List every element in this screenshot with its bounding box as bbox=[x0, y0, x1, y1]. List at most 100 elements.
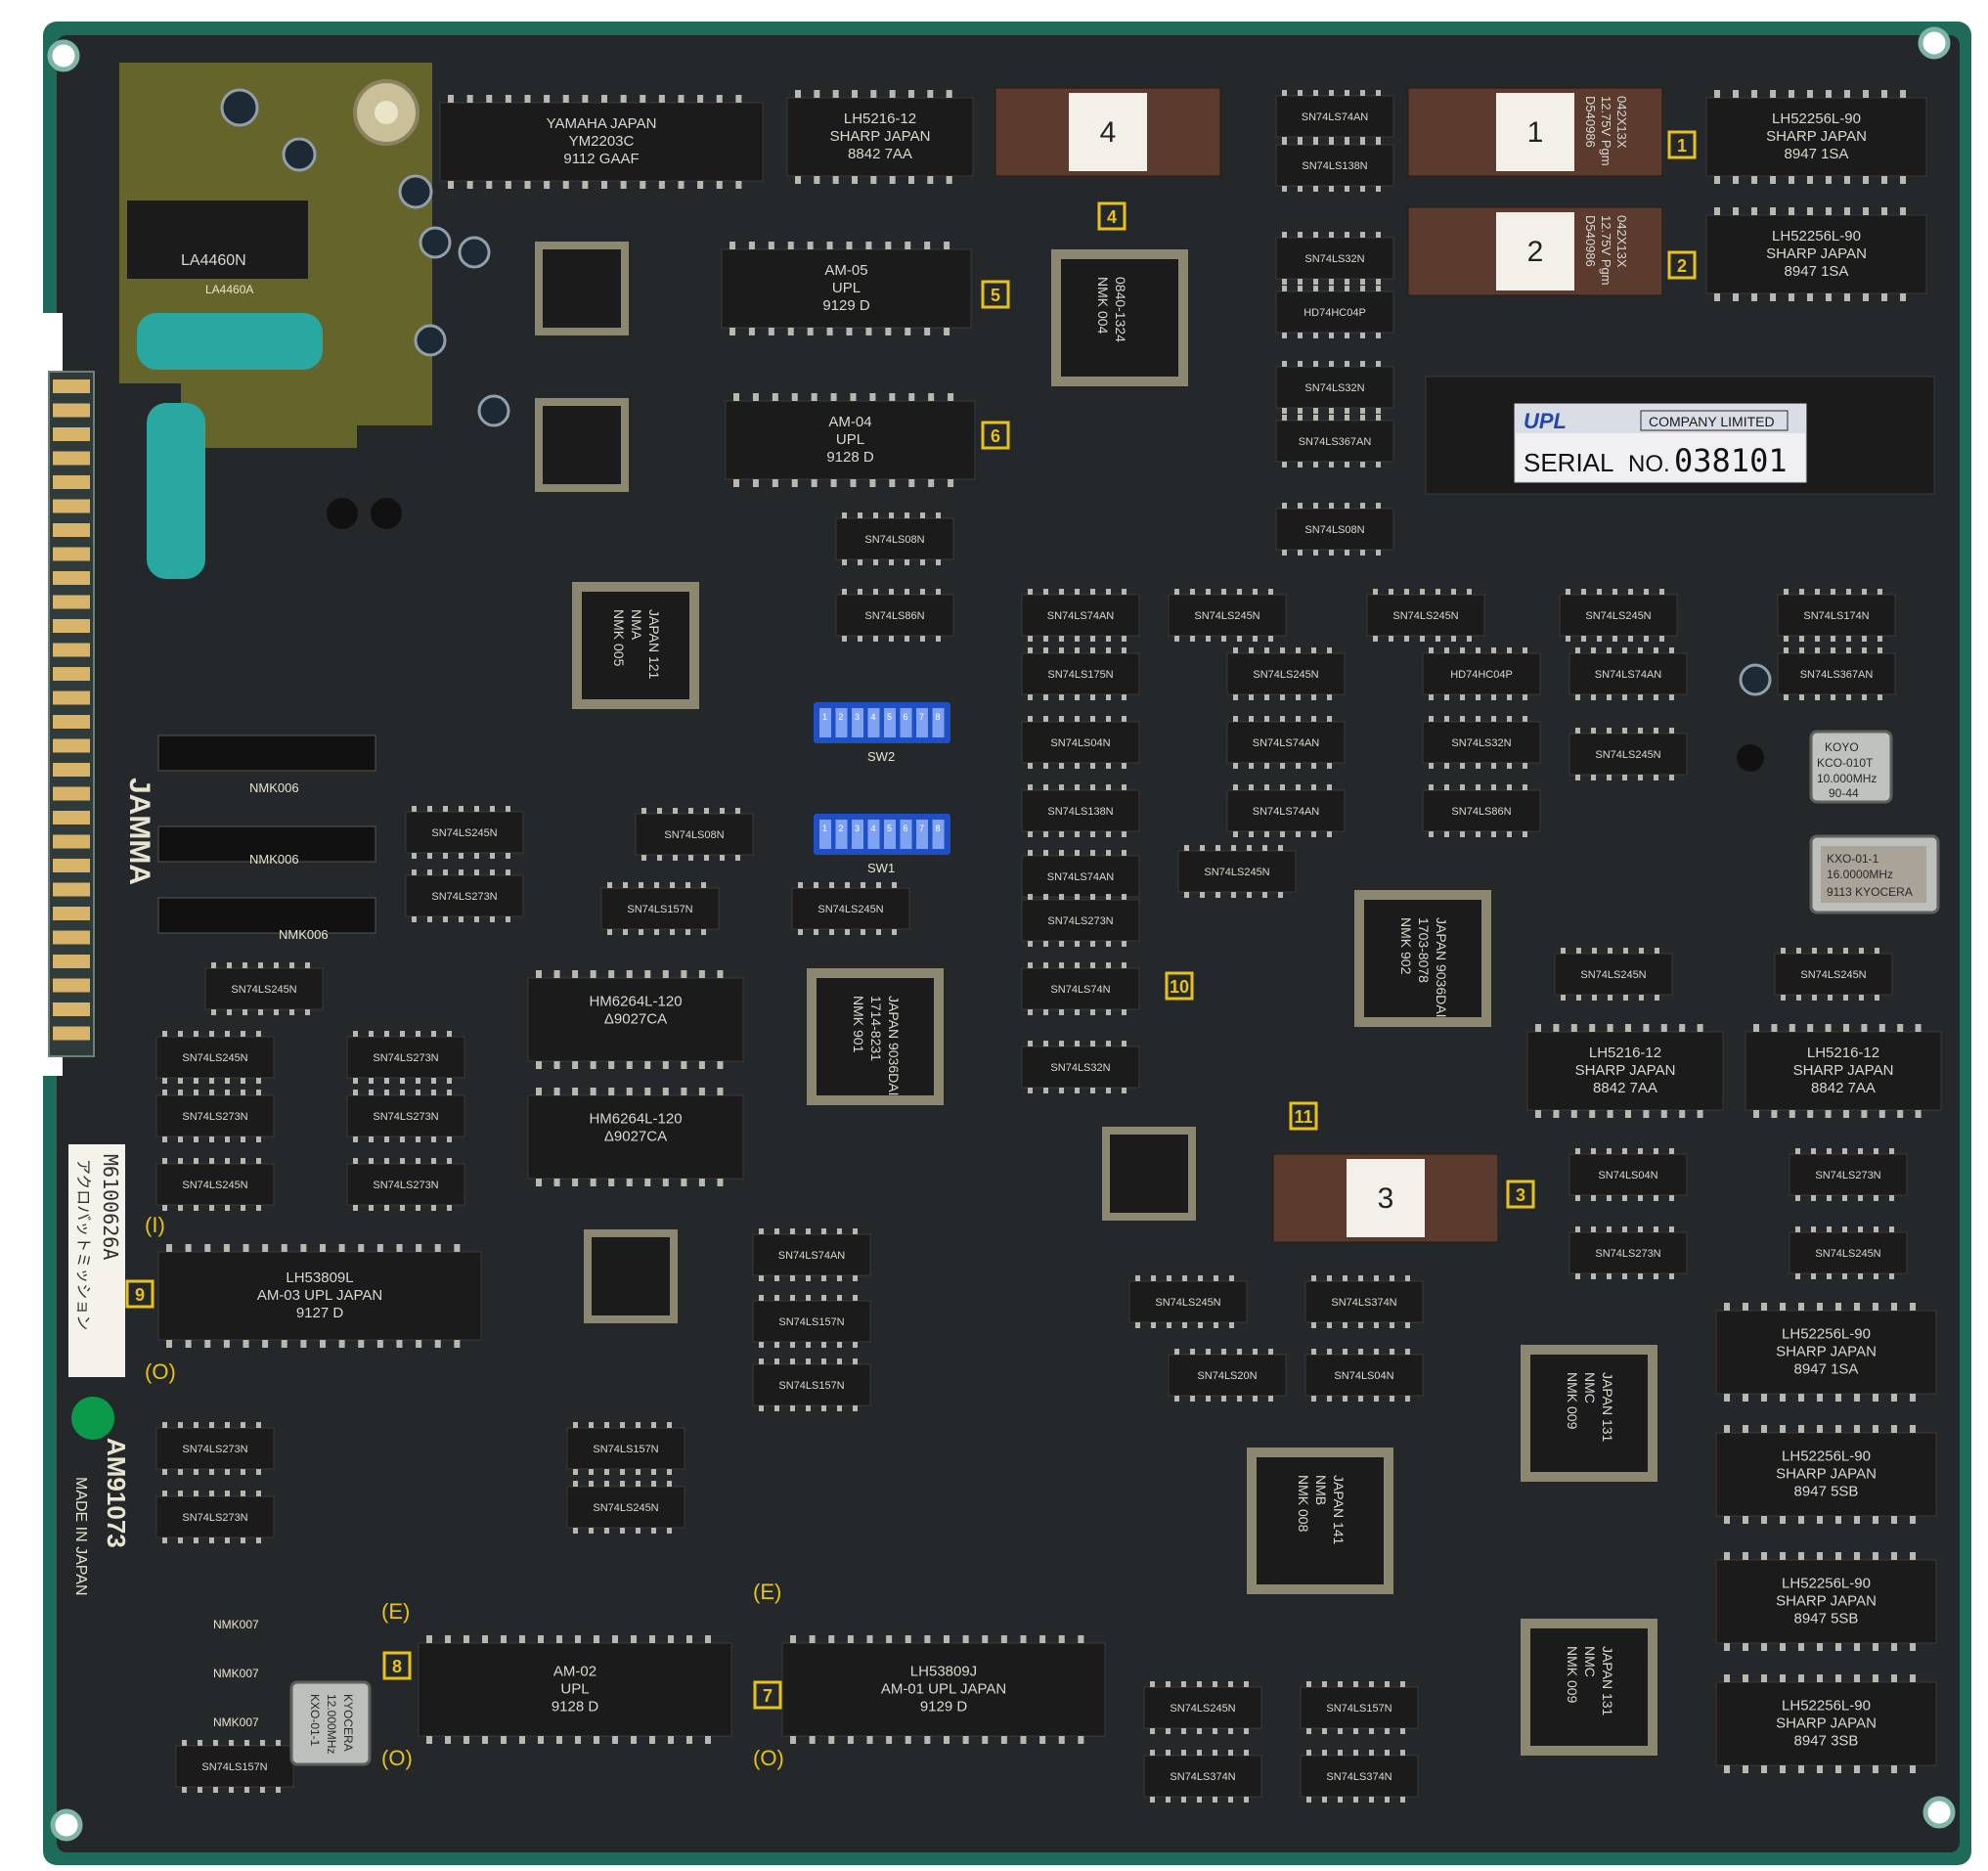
logic-chip: SN74LS74AN bbox=[1021, 589, 1140, 642]
chip-qfp-small bbox=[535, 398, 629, 492]
logic-chip-label: SN74LS273N bbox=[182, 1512, 247, 1524]
crystal-12mhz: KXO-01-1 12.000MHz KYOCERA bbox=[289, 1680, 372, 1766]
chip-am05: AM-05UPL9129 D bbox=[721, 242, 972, 335]
logic-chip-label: SN74LS245N bbox=[1155, 1297, 1220, 1309]
crystal-16mhz: KXO-01-1 16.0000MHz 9113 KYOCERA bbox=[1809, 834, 1940, 914]
svg-text:9113 KYOCERA: 9113 KYOCERA bbox=[1827, 885, 1913, 899]
logic-chip: SN74LS157N bbox=[600, 882, 720, 935]
logic-chip: SN74LS157N bbox=[175, 1740, 294, 1793]
logic-chip-label: SN74LS273N bbox=[182, 1444, 247, 1455]
chip-text: Δ9027CA bbox=[604, 1011, 667, 1028]
chip-text: Δ9027CA bbox=[604, 1129, 667, 1145]
chip-text: NMK 009 bbox=[1565, 1372, 1580, 1430]
chip-text: LH53809J bbox=[910, 1664, 977, 1680]
pcb-photo: LA4460N LA4460A M6100626A アクロバットミッション JA… bbox=[0, 0, 1988, 1871]
logic-chip: SN74LS32N bbox=[1275, 232, 1394, 285]
logic-chip-label: SN74LS175N bbox=[1047, 669, 1113, 681]
logic-chip: SN74LS245N bbox=[1774, 948, 1893, 1001]
chip-am04: AM-04UPL9128 D bbox=[725, 393, 976, 487]
chip-text: NMK 009 bbox=[1565, 1646, 1580, 1704]
svg-text:1: 1 bbox=[822, 712, 827, 722]
chip-text: LH52256L-90 bbox=[1782, 1326, 1871, 1343]
nmk006-label: NMK006 bbox=[249, 780, 299, 795]
logic-chip-label: SN74LS138N bbox=[1047, 806, 1113, 818]
logic-chip-label: SN74LS74AN bbox=[1047, 610, 1115, 622]
chip-text: AM-05 bbox=[824, 262, 867, 279]
nmk006-socket bbox=[157, 897, 376, 934]
eprom-1: 1 D540986 12.75V Pgm 042X13X bbox=[1407, 87, 1663, 177]
mounting-hole bbox=[47, 39, 80, 72]
logic-chip-label: SN74LS08N bbox=[1304, 524, 1364, 536]
logic-chip-label: HD74HC04P bbox=[1303, 307, 1366, 319]
logic-chip: SN74LS245N bbox=[1143, 1681, 1262, 1734]
logic-chip: SN74LS245N bbox=[155, 1158, 275, 1211]
svg-text:12.75V Pgm: 12.75V Pgm bbox=[1599, 215, 1613, 286]
logic-chip-label: SN74LS374N bbox=[1326, 1771, 1392, 1783]
eprom-label-number: 1 bbox=[1527, 116, 1544, 149]
logic-chip-label: SN74LS157N bbox=[627, 904, 692, 915]
chip-text: 8947 1SA bbox=[1785, 146, 1849, 162]
nmk007-label: NMK007 bbox=[213, 1618, 259, 1631]
logic-chip-label: SN74LS74AN bbox=[1253, 806, 1320, 818]
serial-number: 038101 bbox=[1674, 442, 1788, 479]
svg-text:7: 7 bbox=[919, 712, 924, 722]
chip-text: LH5216-12 bbox=[844, 111, 916, 127]
capacitor bbox=[477, 394, 510, 427]
logic-chip-label: SN74LS245N bbox=[431, 827, 497, 839]
chip-text: YAMAHA JAPAN bbox=[547, 115, 657, 132]
chip-text: SHARP JAPAN bbox=[1793, 1062, 1894, 1079]
logic-chip-label: SN74LS157N bbox=[1326, 1703, 1392, 1715]
svg-text:6: 6 bbox=[904, 824, 908, 833]
chip-nmk009-a: NMK 009 NMC JAPAN 131 bbox=[1521, 1345, 1657, 1482]
logic-chip: SN74LS273N bbox=[405, 869, 524, 922]
logic-chip: SN74LS374N bbox=[1304, 1275, 1424, 1328]
la4460-sub: LA4460A bbox=[205, 283, 253, 296]
logic-chip-label: SN74LS08N bbox=[664, 829, 724, 841]
logic-chip: SN74LS86N bbox=[835, 589, 954, 642]
logic-chip-label: SN74LS245N bbox=[593, 1502, 658, 1514]
board-origin: MADE IN JAPAN bbox=[72, 1477, 89, 1596]
logic-chip-label: SN74LS04N bbox=[1334, 1370, 1393, 1382]
silk-tag: (O) bbox=[381, 1746, 413, 1770]
silk-box-10: 10 bbox=[1165, 971, 1194, 1001]
silk-tag: (E) bbox=[753, 1580, 781, 1604]
logic-chip-label: SN74LS245N bbox=[182, 1180, 247, 1191]
svg-text:042X13X: 042X13X bbox=[1614, 215, 1629, 268]
nmk006-socket bbox=[157, 735, 376, 772]
logic-chip: SN74LS245N bbox=[1568, 728, 1688, 780]
logic-chip: SN74LS245N bbox=[1168, 589, 1287, 642]
logic-chip-label: SN74LS174N bbox=[1803, 610, 1869, 622]
serial-company-name: COMPANY LIMITED bbox=[1649, 414, 1775, 429]
logic-chip: SN74LS20N bbox=[1168, 1349, 1287, 1402]
chip-text: UPL bbox=[560, 1681, 589, 1698]
logic-chip: SN74LS374N bbox=[1143, 1750, 1262, 1803]
mounting-hole bbox=[1918, 26, 1951, 60]
logic-chip-label: SN74LS74AN bbox=[778, 1250, 846, 1262]
svg-text:16.0000MHz: 16.0000MHz bbox=[1827, 868, 1893, 881]
svg-text:10.000MHz: 10.000MHz bbox=[1817, 772, 1877, 785]
logic-chip: SN74LS245N bbox=[791, 882, 910, 935]
logic-chip: SN74LS245N bbox=[1789, 1226, 1908, 1279]
logic-chip: SN74LS245N bbox=[1128, 1275, 1248, 1328]
chip-nmk902: NMK 902 1703-8078 JAPAN 9036DAI bbox=[1354, 890, 1491, 1027]
chip-text: HM6264L-120 bbox=[589, 1111, 682, 1128]
svg-text:90-44: 90-44 bbox=[1829, 786, 1859, 800]
chip-text: JAPAN 141 bbox=[1331, 1475, 1347, 1545]
chip-lh53809l: LH53809LAM-03 UPL JAPAN9127 D bbox=[157, 1244, 482, 1348]
nmk007-label: NMK007 bbox=[213, 1715, 259, 1729]
logic-chip: SN74LS138N bbox=[1021, 784, 1140, 837]
eprom-label-number: 3 bbox=[1378, 1182, 1394, 1215]
mounting-hole bbox=[1922, 1796, 1956, 1829]
logic-chip-label: SN74LS245N bbox=[1392, 610, 1458, 622]
chip-text: SHARP JAPAN bbox=[1766, 128, 1867, 145]
chip-text: NMC bbox=[1582, 1372, 1598, 1403]
logic-chip-label: SN74LS245N bbox=[1800, 969, 1866, 981]
chip-text: JAPAN 131 bbox=[1600, 1372, 1615, 1443]
chip-text: 9128 D bbox=[826, 449, 874, 466]
logic-chip: SN74LS74N bbox=[1021, 962, 1140, 1015]
capacitor bbox=[282, 137, 317, 172]
logic-chip-label: SN74LS367AN bbox=[1800, 669, 1874, 681]
logic-chip-label: SN74LS157N bbox=[201, 1761, 267, 1773]
logic-chip-label: SN74LS74AN bbox=[1253, 737, 1320, 749]
logic-chip: SN74LS86N bbox=[1422, 784, 1541, 837]
